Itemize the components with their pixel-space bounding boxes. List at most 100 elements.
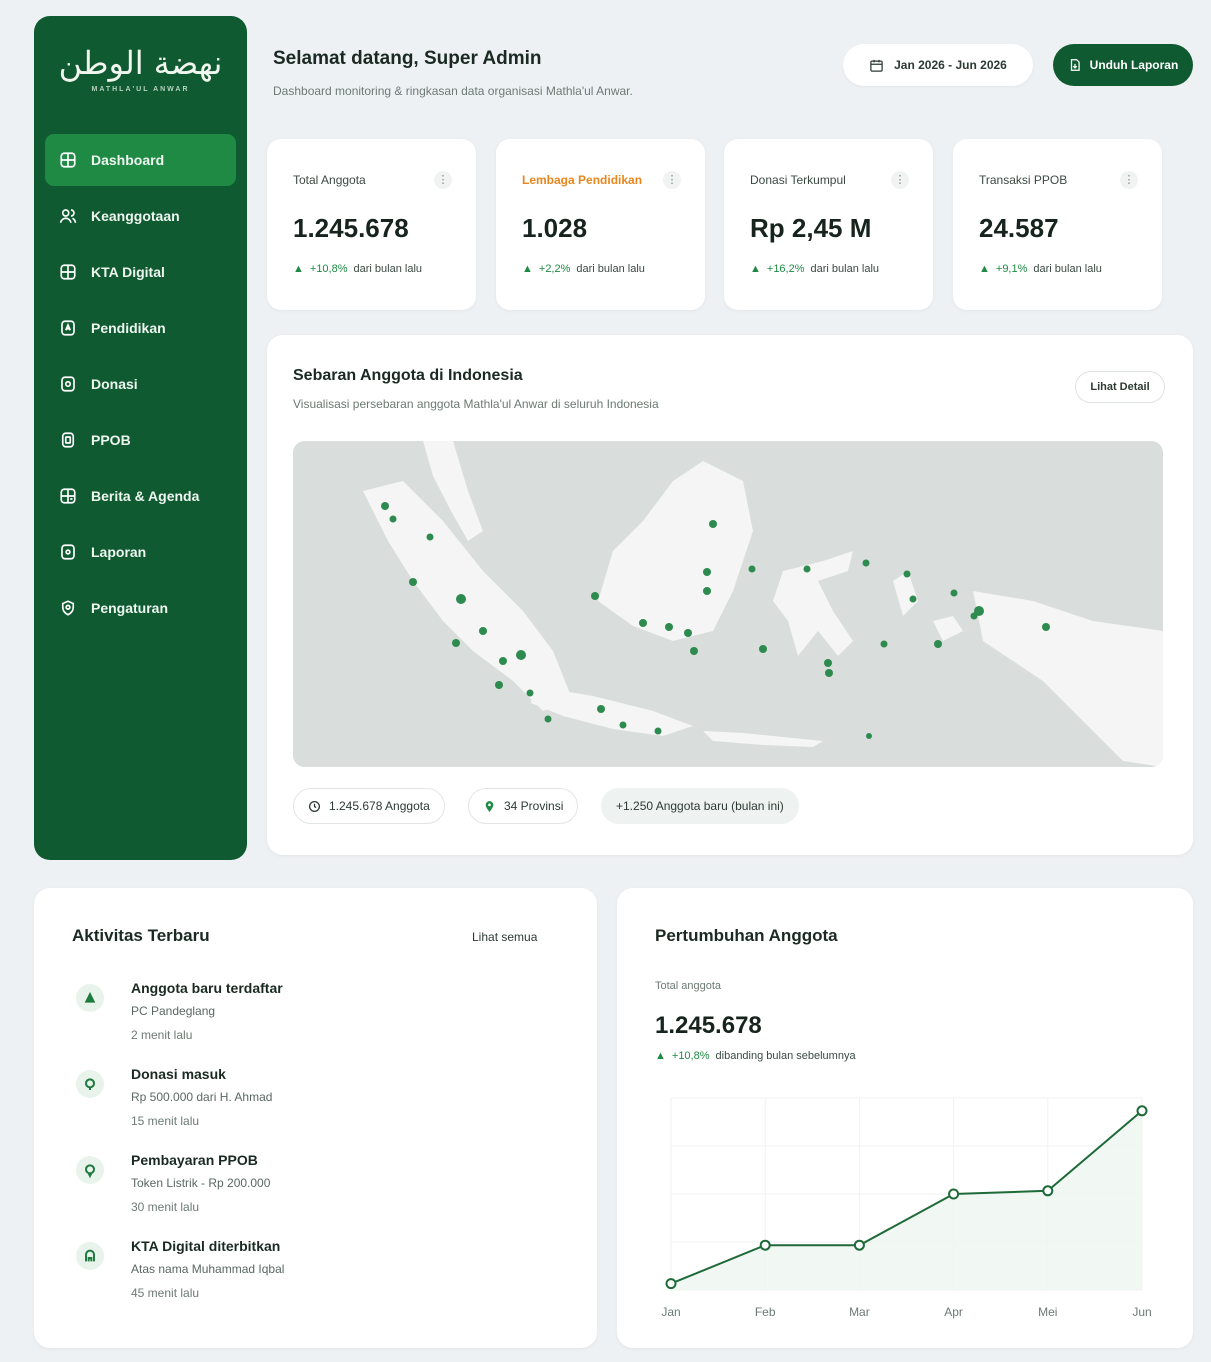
sidebar-item-label: Keanggotaan [91,208,180,224]
more-icon[interactable]: ⋮ [891,171,909,189]
activity-desc: PC Pandeglang [131,1004,216,1018]
location-pin-icon [485,800,494,812]
growth-change: ▲ +10,8% dibanding bulan sebelumnya [655,1050,856,1062]
data-point [1042,1185,1054,1197]
stat-change: ▲ +16,2% dari bulan lalu [750,263,879,275]
stat-value: 24.587 [979,213,1059,243]
logo-subtitle: MATHLA'UL ANWAR [91,86,190,93]
stat-change: ▲ +2,2% dari bulan lalu [522,263,645,275]
growth-change-pct: +10,8% [671,1050,710,1062]
stat-label: Total Anggota [293,173,366,187]
users-icon [59,207,77,225]
more-icon[interactable]: ⋮ [663,171,681,189]
donation-icon [76,1070,104,1098]
sidebar-item-keanggotaan[interactable]: Keanggotaan [45,190,236,242]
map-title: Sebaran Anggota di Indonesia [293,367,523,384]
download-report-button[interactable]: Unduh Laporan [1053,44,1193,86]
trend-up-icon: ▲ [293,263,304,275]
activity-time: 30 menit lalu [131,1200,200,1214]
activity-desc: Atas nama Muhammad Iqbal [131,1262,285,1276]
chip-total-members: 1.245.678 Anggota [293,788,445,824]
stat-change-pct: +2,2% [538,263,571,275]
stat-change-suffix: dari bulan lalu [1033,263,1102,275]
report-icon [59,543,77,561]
stat-card-total-anggota: Total Anggota ⋮ 1.245.678 ▲ +10,8% dari … [267,139,476,310]
sidebar-item-label: Donasi [91,376,138,392]
activity-title: Pembayaran PPOB [131,1152,258,1168]
id-card-icon [59,263,77,281]
sidebar-item-label: Pendidikan [91,320,166,336]
download-report-label: Unduh Laporan [1089,58,1179,72]
chip-new-members-label: +1.250 Anggota baru (bulan ini) [616,799,784,813]
data-point [665,1278,677,1290]
x-tick-label: Jan [661,1305,680,1319]
growth-line-chart: Jan Feb Mar Apr Mei Jun [661,1097,1152,1319]
growth-label: Total anggota [655,980,722,992]
more-icon[interactable]: ⋮ [1120,171,1138,189]
stat-card-transaksi-ppob: Transaksi PPOB ⋮ 24.587 ▲ +9,1% dari bul… [953,139,1162,310]
map-detail-button[interactable]: Lihat Detail [1075,371,1165,403]
sidebar-item-ppob[interactable]: PPOB [45,414,236,466]
donation-icon [59,375,77,393]
stat-label: Donasi Terkumpul [750,173,846,187]
sidebar-item-dashboard[interactable]: Dashboard [45,134,236,186]
more-icon[interactable]: ⋮ [434,171,452,189]
sidebar-item-pengaturan[interactable]: Pengaturan [45,582,236,634]
stat-change-pct: +16,2% [766,263,805,275]
sidebar: نهضة الوطن MATHLA'UL ANWAR Dashboard Kea… [34,16,247,860]
data-point [1136,1105,1148,1117]
page-subtitle: Dashboard monitoring & ringkasan data or… [273,84,633,98]
activity-time: 2 menit lalu [131,1028,193,1042]
recent-activity-card: Aktivitas Terbaru Lihat semua Anggota ba… [34,888,597,1348]
stat-card-donasi-terkumpul: Donasi Terkumpul ⋮ Rp 2,45 M ▲ +16,2% da… [724,139,933,310]
activity-time: 15 menit lalu [131,1114,200,1128]
sidebar-item-kta-digital[interactable]: KTA Digital [45,246,236,298]
sidebar-item-label: Laporan [91,544,147,560]
logo: نهضة الوطن MATHLA'UL ANWAR [52,42,229,112]
activity-see-all-link[interactable]: Lihat semua [472,930,537,944]
trend-up-icon: ▲ [750,263,761,275]
stat-change: ▲ +9,1% dari bulan lalu [979,263,1102,275]
page-title: Selamat datang, Super Admin [273,48,542,69]
sidebar-item-label: Dashboard [91,152,165,168]
stat-change-pct: +9,1% [995,263,1028,275]
stat-label: Transaksi PPOB [979,173,1068,187]
activity-time: 45 menit lalu [131,1286,200,1300]
activity-title: Aktivitas Terbaru [72,926,210,945]
x-tick-label: Apr [944,1305,963,1319]
activity-title: Anggota baru terdaftar [131,980,283,996]
calendar-icon [870,59,883,72]
chip-total-members-label: 1.245.678 Anggota [329,799,430,813]
x-tick-label: Mei [1038,1305,1057,1319]
stat-value: 1.245.678 [293,213,409,243]
data-point [853,1239,865,1251]
activity-title: KTA Digital diterbitkan [131,1238,281,1254]
sidebar-item-label: Berita & Agenda [91,488,200,504]
stat-card-lembaga-pendidikan: Lembaga Pendidikan ⋮ 1.028 ▲ +2,2% dari … [496,139,705,310]
growth-value: 1.245.678 [655,1012,762,1039]
stat-change-suffix: dari bulan lalu [353,263,423,275]
sidebar-item-berita-agenda[interactable]: Berita & Agenda [45,470,236,522]
sidebar-item-label: KTA Digital [91,264,165,280]
map-svg [293,441,1163,767]
stat-change-suffix: dari bulan lalu [810,263,880,275]
map-subtitle: Visualisasi persebaran anggota Mathla'ul… [293,397,659,411]
wallet-icon [76,1156,104,1184]
sidebar-item-laporan[interactable]: Laporan [45,526,236,578]
trend-up-icon: ▲ [655,1050,666,1062]
indonesia-map[interactable] [293,441,1163,767]
x-tick-label: Jun [1132,1305,1151,1319]
date-range-label: Jan 2026 - Jun 2026 [894,58,1007,72]
growth-title: Pertumbuhan Anggota [655,926,838,945]
download-icon [1070,59,1080,71]
wallet-icon [59,431,77,449]
stat-change: ▲ +10,8% dari bulan lalu [293,263,422,275]
date-range-picker[interactable]: Jan 2026 - Jun 2026 [843,44,1033,86]
school-icon [59,319,77,337]
activity-desc: Rp 500.000 dari H. Ahmad [131,1090,273,1104]
stat-value: 1.028 [522,213,588,243]
sidebar-item-pendidikan[interactable]: Pendidikan [45,302,236,354]
sidebar-item-donasi[interactable]: Donasi [45,358,236,410]
series-area [671,1110,1142,1290]
sidebar-nav: Dashboard Keanggotaan KTA Digital Pendid… [45,134,236,638]
